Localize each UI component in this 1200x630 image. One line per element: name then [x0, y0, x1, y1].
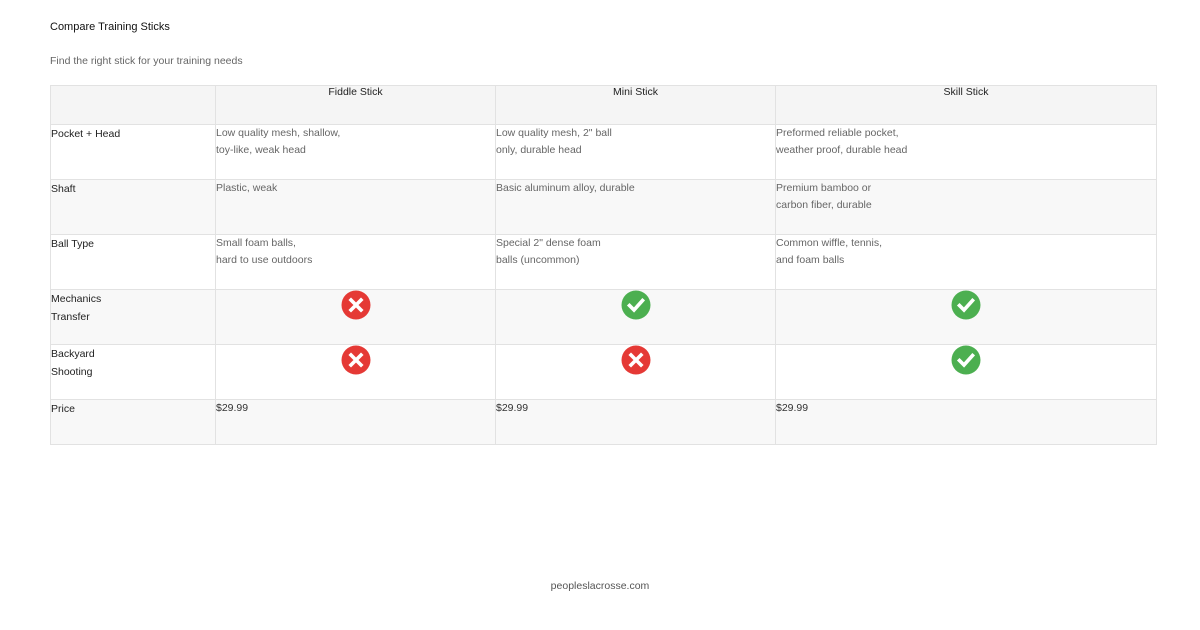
- cell-pocket-skill: Preformed reliable pocket, weather proof,…: [775, 124, 1157, 180]
- cell-ball-skill: Common wiffle, tennis, and foam balls: [775, 234, 1157, 290]
- row-label-shaft: Shaft: [50, 179, 216, 235]
- page-title: Compare Training Sticks: [50, 21, 170, 33]
- header-fiddle-stick: Fiddle Stick: [215, 85, 496, 125]
- check-circle-icon: [951, 345, 981, 375]
- table-row: Shaft Plastic, weak Basic aluminum alloy…: [50, 179, 1157, 235]
- cell-mechanics-fiddle: [215, 289, 496, 345]
- header-skill-stick: Skill Stick: [775, 85, 1157, 125]
- cell-price-fiddle: $29.99: [215, 399, 496, 445]
- cell-backyard-mini: [495, 344, 776, 400]
- row-label-price: Price: [50, 399, 216, 445]
- x-circle-icon: [341, 290, 370, 320]
- page-subtitle: Find the right stick for your training n…: [50, 55, 243, 67]
- x-circle-icon: [621, 345, 650, 375]
- comparison-table: Fiddle Stick Mini Stick Skill Stick Pock…: [50, 85, 1157, 445]
- table-row: Backyard Shooting: [50, 344, 1157, 400]
- row-label-mechanics: Mechanics Transfer: [50, 289, 216, 345]
- row-label-ball-type: Ball Type: [50, 234, 216, 290]
- cell-ball-mini: Special 2" dense foam balls (uncommon): [495, 234, 776, 290]
- cell-backyard-skill: [775, 344, 1157, 400]
- table-row: Ball Type Small foam balls, hard to use o…: [50, 234, 1157, 290]
- cell-shaft-fiddle: Plastic, weak: [215, 179, 496, 235]
- cell-pocket-mini: Low quality mesh, 2" ball only, durable h…: [495, 124, 776, 180]
- cell-price-mini: $29.99: [495, 399, 776, 445]
- cell-backyard-fiddle: [215, 344, 496, 400]
- check-circle-icon: [951, 290, 981, 320]
- table-row: Pocket + Head Low quality mesh, shallow,…: [50, 124, 1157, 180]
- cell-ball-fiddle: Small foam balls, hard to use outdoors: [215, 234, 496, 290]
- page: Compare Training Sticks Find the right s…: [0, 0, 1200, 630]
- table-header-row: Fiddle Stick Mini Stick Skill Stick: [50, 85, 1157, 125]
- cell-mechanics-mini: [495, 289, 776, 345]
- row-label-backyard: Backyard Shooting: [50, 344, 216, 400]
- row-label-pocket: Pocket + Head: [50, 124, 216, 180]
- header-empty: [50, 85, 216, 125]
- cell-shaft-mini: Basic aluminum alloy, durable: [495, 179, 776, 235]
- footer-site: peopleslacrosse.com: [550, 580, 650, 592]
- header-mini-stick: Mini Stick: [495, 85, 776, 125]
- x-circle-icon: [341, 345, 370, 375]
- table-row: Price $29.99 $29.99 $29.99: [50, 399, 1157, 445]
- table-row: Mechanics Transfer: [50, 289, 1157, 345]
- cell-mechanics-skill: [775, 289, 1157, 345]
- cell-pocket-fiddle: Low quality mesh, shallow, toy-like, weak…: [215, 124, 496, 180]
- cell-shaft-skill: Premium bamboo or carbon fiber, durable: [775, 179, 1157, 235]
- cell-price-skill: $29.99: [775, 399, 1157, 445]
- check-circle-icon: [621, 290, 650, 320]
